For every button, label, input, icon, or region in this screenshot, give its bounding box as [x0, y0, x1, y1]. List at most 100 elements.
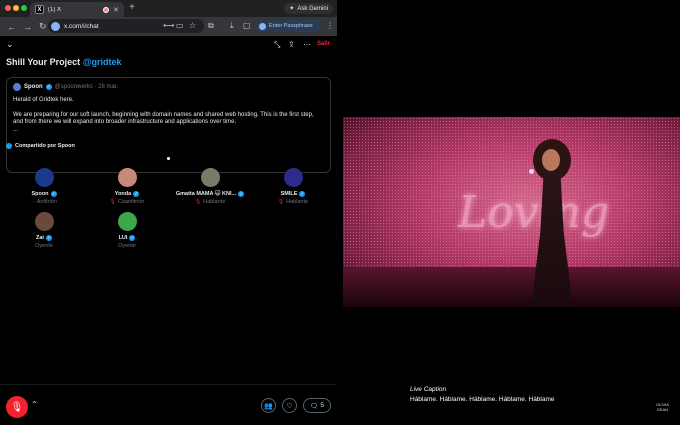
collapse-chevron-icon[interactable]: ⌄	[6, 39, 14, 50]
host-icon: ··	[31, 199, 35, 205]
replies-button[interactable]: 🗨 5	[303, 398, 331, 413]
participant-name: Gmatta MAMA 🙀 KNI...	[175, 191, 237, 197]
tab-title: (1) X	[48, 6, 62, 13]
reactions-button[interactable]: ♡	[282, 398, 297, 413]
forward-arrow-icon[interactable]: →	[23, 22, 32, 32]
participant-name-row: Gmatta MAMA 🙀 KNI... ✓	[170, 191, 250, 197]
more-menu-icon[interactable]: ⋮	[326, 21, 334, 30]
author-avatar[interactable]	[13, 83, 21, 91]
participant-role-row: ·· Anfitrión	[4, 199, 84, 205]
new-tab-button[interactable]: +	[129, 2, 135, 13]
verified-badge-icon: ✓	[50, 191, 57, 197]
ask-gemini-label: Ask Gemini	[297, 5, 328, 12]
participant-spoon[interactable]: Spoon ✓ ·· Anfitrión	[4, 168, 84, 205]
muted-mic-icon: 🎙	[277, 199, 285, 205]
space-title: Shill Your Project @gridtek	[6, 57, 121, 67]
microphone-icon	[529, 169, 534, 174]
avatar	[34, 168, 54, 187]
caption-label: Live Caption	[410, 386, 447, 393]
concert-stage-image: Loving	[343, 117, 680, 307]
author-name[interactable]: Spoon	[24, 84, 43, 90]
reload-icon[interactable]: ↻	[39, 21, 47, 32]
passphrase-label: Enter Passphrase	[269, 23, 313, 29]
tab-bar: X (1) X ✕ + ✦ Ask Gemini	[0, 0, 337, 17]
browser-toolbar: ← → ↻ x.com/i/chat ⟷ ▭ ☆ ⧉ ⤓ ▢ Enter Pas…	[0, 17, 337, 36]
verified-badge-icon: ✓	[133, 191, 140, 197]
people-button[interactable]: 👥	[261, 398, 276, 413]
singer-face	[542, 149, 560, 171]
more-options-icon[interactable]: ⋯	[303, 40, 311, 49]
participant-lui[interactable]: LUI ✓ Oyente	[87, 212, 167, 249]
participant-name: LUI	[118, 235, 128, 241]
participant-role: Oyente	[35, 243, 53, 249]
participant-smile[interactable]: SMILE ✓ 🎙 Hablante	[253, 168, 333, 205]
x-logo-icon: X	[35, 5, 44, 14]
participant-yonda[interactable]: Yonda ✓ 🎙 Coanfitrión	[87, 168, 167, 205]
mic-muted-button[interactable]: 🎙	[6, 396, 28, 418]
participant-role-row: 🎙 Hablante	[170, 199, 250, 205]
shared-by: Compartido por Spoon	[6, 143, 75, 149]
participant-role: Anfitrión	[36, 199, 57, 205]
extension-icon[interactable]: ⧉	[208, 21, 214, 31]
participant-name-row: Yonda ✓	[87, 191, 167, 197]
browser-tab-x[interactable]: X (1) X ✕	[30, 2, 124, 17]
minimize-space-icon[interactable]: ⤡	[274, 40, 280, 50]
participant-name-row: Spoon ✓	[4, 191, 84, 197]
post-ellipsis: ...	[13, 126, 19, 133]
participant-name: Zai	[36, 235, 44, 241]
space-title-mention[interactable]: @gridtek	[83, 57, 122, 67]
download-icon[interactable]: ⤓	[230, 21, 234, 31]
space-panel: ⌄ ⤡ ⇪ ⋯ Salir Shill Your Project @gridte…	[0, 36, 337, 425]
cursor-dot	[167, 157, 170, 160]
close-tab-icon[interactable]: ✕	[113, 6, 119, 14]
reply-count: 5	[320, 402, 324, 409]
pinned-post-header: Spoon ✓ @spoonwerks · 28 mar.	[13, 83, 324, 91]
cast-icon[interactable]: ▭	[176, 21, 184, 30]
participant-name-row: Zai ✓	[4, 235, 84, 241]
participant-name-row: LUI ✓	[87, 235, 167, 241]
avatar	[117, 168, 137, 187]
participant-role-row: Oyente	[4, 243, 84, 249]
maximize-window-button[interactable]	[21, 5, 27, 11]
back-arrow-icon[interactable]: ←	[7, 22, 16, 32]
enter-passphrase-button[interactable]: Enter Passphrase	[256, 20, 322, 32]
profile-icon[interactable]: ▢	[243, 21, 251, 30]
verified-badge-icon: ✓	[299, 191, 306, 197]
shared-by-label: Compartido por Spoon	[15, 143, 75, 149]
sync-avatar-icon	[259, 22, 266, 30]
participant-role: Coanfitrión	[117, 199, 145, 205]
site-info-icon[interactable]	[51, 21, 60, 31]
participant-name: Spoon	[31, 191, 49, 197]
participant-role-row: Oyente	[87, 243, 167, 249]
author-handle-date: @spoonwerks · 28 mar.	[54, 84, 119, 90]
translate-icon[interactable]: ⟷	[163, 21, 174, 30]
muted-mic-icon: 🎙	[109, 199, 116, 205]
participant-role: Hablante	[286, 199, 309, 205]
space-title-text: Shill Your Project	[6, 57, 83, 67]
participant-role-row: 🎙 Hablante	[253, 199, 333, 205]
ask-gemini-button[interactable]: ✦ Ask Gemini	[284, 3, 333, 14]
minimize-window-button[interactable]	[13, 5, 19, 11]
video-player[interactable]: Loving Live Caption Háblame. Háblame. Há…	[337, 0, 680, 425]
gemini-sparkle-icon: ✦	[289, 6, 295, 12]
participant-name: SMILE	[280, 191, 298, 197]
close-window-button[interactable]	[5, 5, 11, 11]
avatar	[200, 168, 220, 187]
bookmark-star-icon[interactable]: ☆	[189, 21, 196, 30]
mic-off-icon: 🎙	[10, 401, 24, 413]
recording-indicator-icon	[103, 6, 110, 13]
watermark-line: DEAN	[656, 407, 669, 412]
channel-watermark: OLIVIA DEAN	[656, 402, 669, 412]
verified-badge-icon: ✓	[238, 191, 245, 197]
chevron-up-icon[interactable]: ⌃	[31, 400, 38, 409]
participant-zai[interactable]: Zai ✓ Oyente	[4, 212, 84, 249]
neon-sign-text: Loving	[458, 187, 610, 238]
leave-button[interactable]: Salir	[317, 41, 330, 47]
participant-gmatta[interactable]: Gmatta MAMA 🙀 KNI... ✓ 🎙 Hablante	[170, 168, 250, 205]
participant-role: Hablante	[203, 199, 226, 205]
stage-floor	[343, 267, 680, 307]
people-icon: 👥	[264, 402, 273, 410]
muted-mic-icon: 🎙	[194, 199, 202, 205]
caption-text: Háblame. Háblame. Háblame. Háblame. Hábl…	[410, 396, 555, 403]
share-icon[interactable]: ⇪	[288, 40, 295, 49]
